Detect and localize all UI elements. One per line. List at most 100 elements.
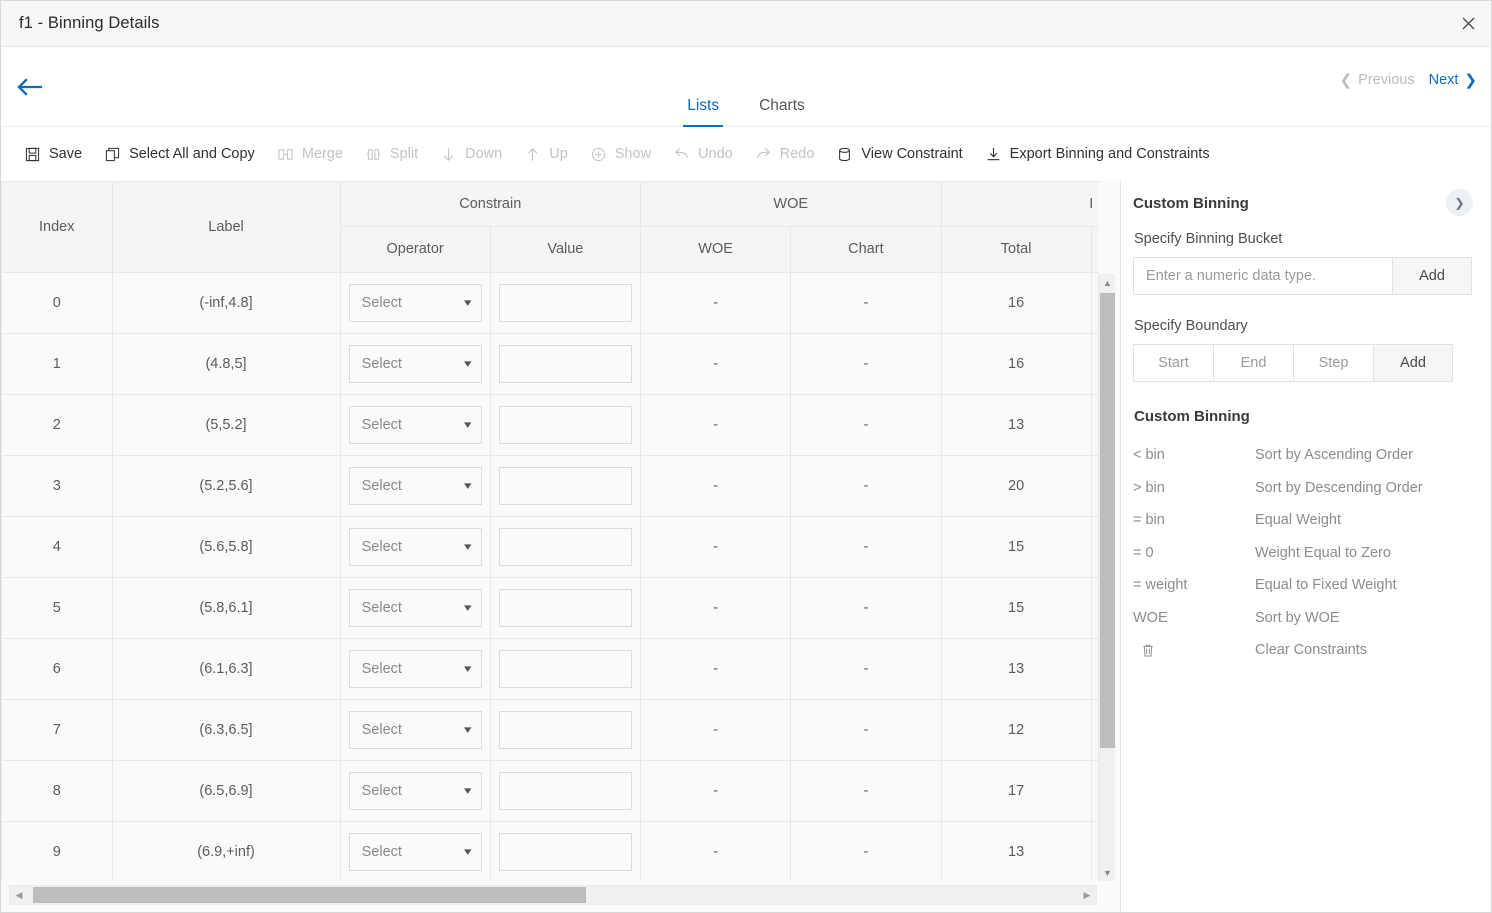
boundary-step-input[interactable]: [1293, 344, 1373, 382]
operator-select[interactable]: Select ▾: [348, 832, 482, 871]
previous-button[interactable]: ❮ Previous: [1340, 72, 1415, 88]
boundary-start-input[interactable]: [1133, 344, 1213, 382]
col-header-total[interactable]: Total: [941, 226, 1092, 273]
col-header-chart[interactable]: Chart: [790, 226, 942, 273]
cell-operator: Select ▾: [340, 638, 491, 700]
cell-woe: -: [640, 516, 792, 578]
close-icon[interactable]: [1445, 1, 1491, 46]
value-input[interactable]: [498, 527, 632, 566]
binning-bucket-input[interactable]: [1133, 257, 1392, 295]
table-row[interactable]: 1 (4.8,5] Select ▾ - -16: [2, 333, 1099, 395]
select-all-and-copy-button[interactable]: Select All and Copy: [93, 140, 266, 169]
legend-item[interactable]: = 0 Weight Equal to Zero: [1133, 537, 1472, 570]
value-input[interactable]: [498, 771, 632, 810]
pager: ❮ Previous Next ❯: [1340, 72, 1477, 88]
cell-chart: -: [790, 699, 942, 761]
col-header-woe[interactable]: WOE: [640, 226, 792, 273]
back-arrow-icon[interactable]: [11, 70, 47, 104]
legend-item[interactable]: = weight Equal to Fixed Weight: [1133, 569, 1472, 602]
legend-item[interactable]: WOE Sort by WOE: [1133, 602, 1472, 635]
value-input[interactable]: [498, 710, 632, 749]
table-row[interactable]: 3 (5.2,5.6] Select ▾ - -20: [2, 455, 1099, 517]
down-button[interactable]: Down: [429, 140, 513, 169]
binning-bucket-add-button[interactable]: Add: [1392, 257, 1472, 295]
value-input[interactable]: [498, 466, 632, 505]
value-input[interactable]: [498, 344, 632, 383]
tab-lists[interactable]: Lists: [667, 97, 739, 128]
up-button[interactable]: Up: [513, 140, 579, 169]
value-input[interactable]: [498, 588, 632, 627]
cell-value: [490, 333, 642, 395]
save-button[interactable]: Save: [13, 140, 93, 169]
operator-select[interactable]: Select ▾: [348, 405, 482, 444]
legend-item[interactable]: Clear Constraints: [1133, 634, 1472, 667]
operator-select[interactable]: Select ▾: [348, 527, 482, 566]
value-input[interactable]: [498, 405, 632, 444]
split-label: Split: [389, 145, 419, 162]
cell-total: 13: [941, 394, 1092, 456]
next-button[interactable]: Next ❯: [1429, 72, 1477, 88]
col-header-label[interactable]: Label: [112, 182, 341, 273]
undo-label: Undo: [698, 145, 733, 162]
legend-item[interactable]: < bin Sort by Ascending Order: [1133, 439, 1472, 472]
value-input[interactable]: [498, 832, 632, 871]
table-row[interactable]: 2 (5,5.2] Select ▾ - -13: [2, 394, 1099, 456]
legend-item[interactable]: > bin Sort by Descending Order: [1133, 472, 1472, 505]
show-button[interactable]: Show: [579, 140, 662, 169]
operator-select[interactable]: Select ▾: [348, 588, 482, 627]
vertical-scrollbar-thumb[interactable]: [1100, 293, 1115, 748]
col-header-extra[interactable]: [1091, 226, 1099, 273]
col-header-value[interactable]: Value: [490, 226, 642, 273]
chevron-down-icon: ▾: [464, 358, 472, 370]
tab-charts[interactable]: Charts: [739, 97, 825, 128]
cell-total: 13: [941, 638, 1092, 700]
horizontal-scrollbar[interactable]: ◀ ▶: [9, 885, 1097, 905]
export-binning-and-constraints-button[interactable]: Export Binning and Constraints: [974, 140, 1221, 169]
split-button[interactable]: Split: [354, 140, 429, 169]
cell-label: (6.5,6.9]: [112, 760, 341, 822]
horizontal-scrollbar-thumb[interactable]: [33, 887, 586, 903]
cell-operator: Select ▾: [340, 333, 491, 395]
col-header-index[interactable]: Index: [2, 182, 113, 273]
boundary-end-input[interactable]: [1213, 344, 1293, 382]
operator-select[interactable]: Select ▾: [348, 344, 482, 383]
chevron-right-icon[interactable]: ❯: [1446, 189, 1473, 216]
operator-select-value: Select: [361, 599, 402, 616]
cell-value: [490, 455, 642, 517]
value-input[interactable]: [498, 649, 632, 688]
cell-label: (5.6,5.8]: [112, 516, 341, 578]
col-header-operator[interactable]: Operator: [340, 226, 491, 273]
operator-select[interactable]: Select ▾: [348, 649, 482, 688]
table-row[interactable]: 9 (6.9,+inf) Select ▾ - -13: [2, 821, 1099, 881]
navigation-bar: Lists Charts ❮ Previous Next ❯: [1, 48, 1491, 127]
scroll-up-icon[interactable]: ▲: [1099, 274, 1116, 291]
undo-button[interactable]: Undo: [662, 140, 744, 169]
legend-item-desc: Equal to Fixed Weight: [1255, 577, 1397, 594]
table-row[interactable]: 8 (6.5,6.9] Select ▾ - -17: [2, 760, 1099, 822]
merge-button[interactable]: Merge: [266, 140, 354, 169]
operator-select[interactable]: Select ▾: [348, 283, 482, 322]
operator-select[interactable]: Select ▾: [348, 710, 482, 749]
table-row[interactable]: 4 (5.6,5.8] Select ▾ - -15: [2, 516, 1099, 578]
legend-item[interactable]: = bin Equal Weight: [1133, 504, 1472, 537]
scroll-left-icon[interactable]: ◀: [11, 886, 27, 904]
value-input[interactable]: [498, 283, 632, 322]
redo-button[interactable]: Redo: [744, 140, 826, 169]
operator-select[interactable]: Select ▾: [348, 466, 482, 505]
cell-total: 15: [941, 577, 1092, 639]
boundary-add-button[interactable]: Add: [1373, 344, 1453, 382]
operator-select[interactable]: Select ▾: [348, 771, 482, 810]
table-row[interactable]: 0 (-inf,4.8] Select ▾ - -16: [2, 272, 1099, 334]
save-icon: [24, 146, 41, 163]
cell-chart: -: [790, 516, 942, 578]
table-row[interactable]: 7 (6.3,6.5] Select ▾ - -12: [2, 699, 1099, 761]
view-constraint-button[interactable]: View Constraint: [825, 140, 973, 169]
window-title: f1 - Binning Details: [19, 14, 160, 32]
table-row[interactable]: 6 (6.1,6.3] Select ▾ - -13: [2, 638, 1099, 700]
vertical-scrollbar[interactable]: ▲ ▼: [1098, 274, 1115, 881]
table-row[interactable]: 5 (5.8,6.1] Select ▾ - -15: [2, 577, 1099, 639]
scroll-right-icon[interactable]: ▶: [1079, 886, 1095, 904]
scroll-down-icon[interactable]: ▼: [1099, 864, 1116, 881]
legend-item-desc: Weight Equal to Zero: [1255, 544, 1391, 561]
trash-icon[interactable]: [1133, 643, 1255, 658]
